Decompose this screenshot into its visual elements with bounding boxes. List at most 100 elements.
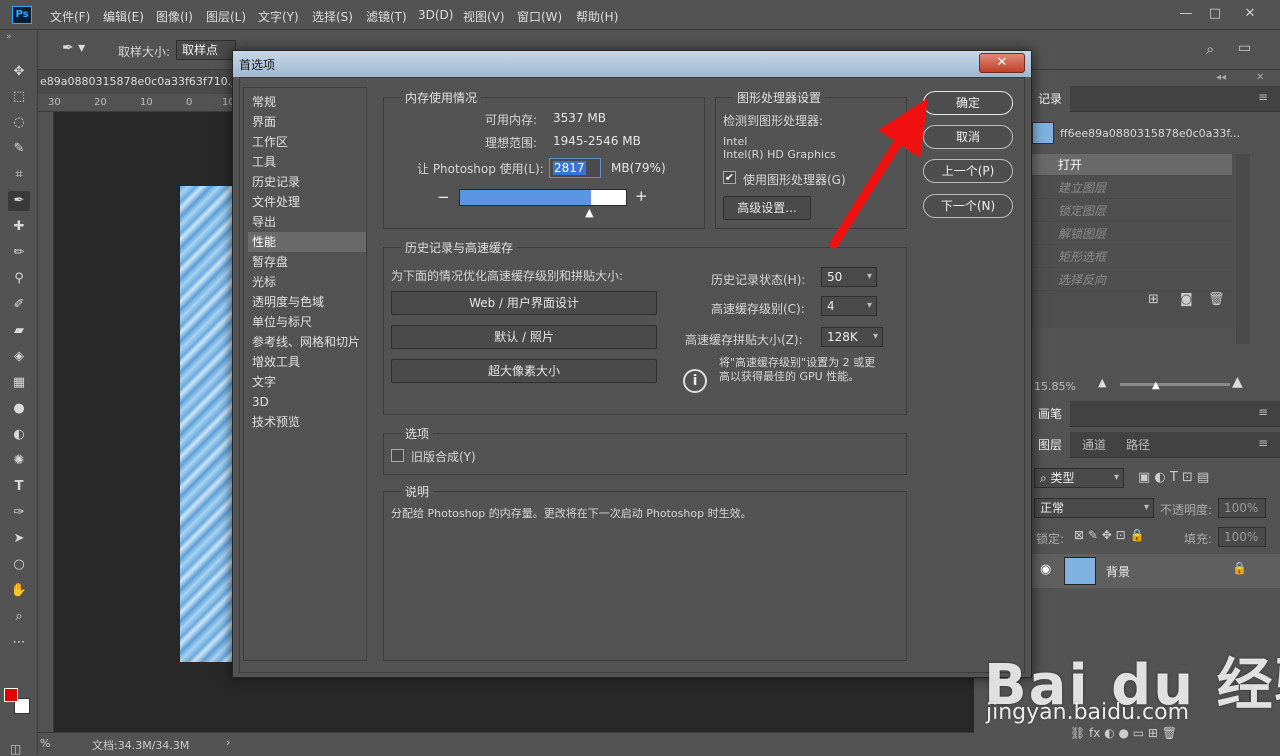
nav-item[interactable]: 导出 bbox=[248, 212, 366, 232]
default-photo-preset-button[interactable]: 默认 / 照片 bbox=[391, 325, 657, 349]
sample-size-select[interactable]: 取样点 bbox=[176, 40, 236, 60]
nav-item[interactable]: 参考线、网格和切片 bbox=[248, 332, 366, 352]
pen-tool-icon[interactable]: ✑ bbox=[8, 503, 30, 523]
tab-paths[interactable]: 路径 bbox=[1118, 432, 1158, 458]
cache-levels-select[interactable]: 4 ▾ bbox=[821, 296, 877, 316]
maximize-button[interactable]: □ bbox=[1201, 4, 1229, 24]
close-panels-icon[interactable]: ✕ bbox=[1256, 72, 1264, 83]
status-chevron-icon[interactable]: › bbox=[226, 736, 230, 749]
new-snapshot-icon[interactable]: ⊞ bbox=[1148, 292, 1159, 307]
quick-select-tool-icon[interactable]: ✎ bbox=[8, 139, 30, 159]
search-icon[interactable]: ⌕ bbox=[1206, 40, 1214, 58]
move-tool-icon[interactable]: ✥ bbox=[8, 62, 30, 82]
zoom-tool-icon[interactable]: ⌕ bbox=[8, 607, 30, 627]
fill-input[interactable]: 100% bbox=[1218, 527, 1266, 547]
sponge-tool-icon[interactable]: ✺ bbox=[8, 451, 30, 471]
history-scrollbar[interactable] bbox=[1236, 154, 1250, 344]
history-item[interactable]: 矩形选框 bbox=[1032, 246, 1232, 268]
menu-item[interactable]: 文字(Y) bbox=[258, 8, 299, 25]
document-tab[interactable]: e89a0880315878e0c0a33f63f710.j bbox=[38, 70, 238, 94]
use-gpu-checkbox[interactable]: ✔ bbox=[723, 171, 736, 184]
menu-item[interactable]: 视图(V) bbox=[463, 8, 505, 25]
layer-filter-icons[interactable]: ▣ ◐ T ⊡ ▤ bbox=[1138, 470, 1209, 485]
history-item[interactable]: 解锁图层 bbox=[1032, 223, 1232, 245]
nav-item[interactable]: 技术预览 bbox=[248, 412, 366, 432]
tab-history[interactable]: 记录 bbox=[1030, 86, 1071, 112]
nav-item[interactable]: 3D bbox=[248, 392, 366, 412]
memory-amount-input[interactable]: 2817 bbox=[549, 158, 601, 178]
gradient-tool-icon[interactable]: ▦ bbox=[8, 373, 30, 393]
menu-item[interactable]: 帮助(H) bbox=[576, 8, 618, 25]
lasso-tool-icon[interactable]: ◌ bbox=[8, 113, 30, 133]
minimize-button[interactable]: — bbox=[1172, 4, 1200, 24]
blur-tool-icon[interactable]: ● bbox=[8, 399, 30, 419]
nav-item[interactable]: 性能 bbox=[248, 232, 366, 252]
zoom-in-icon[interactable]: ▲ bbox=[1232, 374, 1243, 390]
memory-slider-thumb[interactable]: ▲ bbox=[585, 206, 593, 219]
hand-tool-icon[interactable]: ✋ bbox=[8, 581, 30, 601]
navigator-slider[interactable] bbox=[1120, 383, 1230, 386]
menu-item[interactable]: 图层(L) bbox=[206, 8, 246, 25]
nav-item[interactable]: 文字 bbox=[248, 372, 366, 392]
eyedropper-tool-icon[interactable]: ✒ bbox=[8, 191, 30, 211]
nav-item[interactable]: 历史记录 bbox=[248, 172, 366, 192]
memory-slider[interactable] bbox=[459, 189, 627, 206]
history-item[interactable]: 打开 bbox=[1032, 154, 1232, 176]
advanced-settings-button[interactable]: 高级设置... bbox=[723, 196, 811, 220]
clone-stamp-tool-icon[interactable]: ⚲ bbox=[8, 269, 30, 289]
ellipse-tool-icon[interactable]: ○ bbox=[8, 555, 30, 575]
nav-item[interactable]: 工作区 bbox=[248, 132, 366, 152]
nav-item[interactable]: 透明度与色域 bbox=[248, 292, 366, 312]
panel-menu-icon[interactable]: ≡ bbox=[1258, 405, 1268, 419]
type-tool-icon[interactable]: T bbox=[8, 477, 30, 497]
web-ui-preset-button[interactable]: Web / 用户界面设计 bbox=[391, 291, 657, 315]
menu-item[interactable]: 图像(I) bbox=[156, 8, 193, 25]
collapse-toolbar-icon[interactable]: » bbox=[6, 32, 12, 42]
blend-mode-select[interactable]: 正常 ▾ bbox=[1034, 498, 1154, 518]
menu-item[interactable]: 选择(S) bbox=[312, 8, 353, 25]
history-brush-tool-icon[interactable]: ✐ bbox=[8, 295, 30, 315]
panel-menu-icon[interactable]: ≡ bbox=[1258, 90, 1268, 104]
close-window-button[interactable]: ✕ bbox=[1236, 4, 1264, 24]
menu-item[interactable]: 编辑(E) bbox=[103, 8, 144, 25]
healing-brush-tool-icon[interactable]: ✚ bbox=[8, 217, 30, 237]
menu-item[interactable]: 窗口(W) bbox=[517, 8, 562, 25]
foreground-color-swatch-top[interactable] bbox=[4, 688, 18, 702]
close-icon[interactable]: ✕ bbox=[979, 53, 1025, 73]
more-tools-icon[interactable]: ⋯ bbox=[8, 633, 30, 653]
eye-icon[interactable]: ◉ bbox=[1040, 562, 1051, 577]
dodge-tool-icon[interactable]: ◐ bbox=[8, 425, 30, 445]
nav-item[interactable]: 光标 bbox=[248, 272, 366, 292]
history-item[interactable]: 锁定图层 bbox=[1032, 200, 1232, 222]
tab-channels[interactable]: 通道 bbox=[1074, 432, 1114, 458]
zoom-out-icon[interactable]: ▲ bbox=[1098, 376, 1106, 389]
history-item[interactable]: 选择反向 bbox=[1032, 269, 1232, 291]
paint-bucket-tool-icon[interactable]: ◈ bbox=[8, 347, 30, 367]
tile-size-select[interactable]: 128K ▾ bbox=[821, 327, 883, 347]
lock-icons[interactable]: ⊠ ✎ ✥ ⊡ 🔒 bbox=[1074, 528, 1144, 542]
menu-item[interactable]: 滤镜(T) bbox=[366, 8, 407, 25]
memory-decrease-button[interactable]: − bbox=[437, 188, 450, 206]
nav-item[interactable]: 文件处理 bbox=[248, 192, 366, 212]
history-item[interactable]: 建立图层 bbox=[1032, 177, 1232, 199]
history-states-select[interactable]: 50 ▾ bbox=[821, 267, 877, 287]
huge-pixel-preset-button[interactable]: 超大像素大小 bbox=[391, 359, 657, 383]
eraser-tool-icon[interactable]: ▰ bbox=[8, 321, 30, 341]
menu-item[interactable]: 3D(D) bbox=[418, 8, 453, 22]
nav-item[interactable]: 工具 bbox=[248, 152, 366, 172]
nav-item[interactable]: 界面 bbox=[248, 112, 366, 132]
menu-item[interactable]: 文件(F) bbox=[50, 8, 90, 25]
brush-tool-icon[interactable]: ✏ bbox=[8, 243, 30, 263]
nav-item[interactable]: 暂存盘 bbox=[248, 252, 366, 272]
nav-item[interactable]: 单位与标尺 bbox=[248, 312, 366, 332]
nav-item[interactable]: 增效工具 bbox=[248, 352, 366, 372]
trash-icon[interactable]: 🗑 bbox=[1208, 292, 1225, 307]
crop-tool-icon[interactable]: ⌗ bbox=[8, 165, 30, 185]
panel-menu-icon[interactable]: ≡ bbox=[1258, 436, 1268, 450]
eyedropper-preset-icon[interactable]: ✒ ▾ bbox=[62, 40, 85, 56]
tab-brush[interactable]: 画笔 bbox=[1030, 401, 1071, 427]
canvas-image[interactable] bbox=[180, 186, 240, 662]
nav-item[interactable]: 常规 bbox=[248, 92, 366, 112]
collapse-panels-icon[interactable]: ◂◂ bbox=[1216, 72, 1226, 83]
marquee-tool-icon[interactable]: ⬚ bbox=[8, 87, 30, 107]
